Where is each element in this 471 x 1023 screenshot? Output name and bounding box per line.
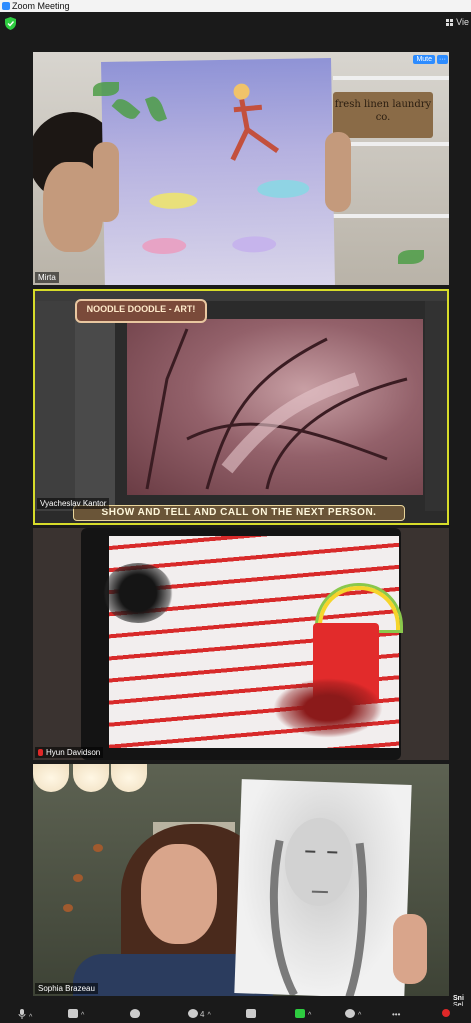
wall-sign: fresh linen laundry co.: [333, 92, 433, 138]
mute-audio-button[interactable]: ^: [18, 1009, 32, 1023]
chevron-up-icon[interactable]: ^: [29, 1012, 32, 1023]
microphone-icon: [18, 1009, 26, 1019]
butterfly-decoration: [73, 874, 83, 882]
grid-view-icon: [446, 19, 454, 26]
meeting-top-bar: Vie: [0, 12, 471, 36]
camera-icon: [68, 1009, 78, 1018]
tile-more-button[interactable]: ···: [437, 55, 448, 64]
drawing-canvas: [127, 319, 423, 495]
chat-icon: [246, 1009, 256, 1018]
video-tile-mirta[interactable]: fresh linen laundry co. Mute ··· Mirta: [33, 52, 449, 285]
security-button[interactable]: [130, 1009, 140, 1020]
layers-panel: [425, 301, 447, 511]
video-button[interactable]: ^: [68, 1009, 84, 1020]
view-label: Vie: [456, 17, 469, 27]
reaction-icon: [345, 1009, 355, 1018]
participant-name: Sophia Brazeau: [35, 983, 98, 994]
tree-artwork: [145, 328, 408, 490]
left-hand: [93, 142, 119, 222]
pencil-portrait: [269, 817, 367, 996]
video-tile-hyun-davidson[interactable]: Hyun Davidson: [33, 528, 449, 760]
ballet-drawing: [142, 83, 310, 254]
shield-icon: [130, 1009, 140, 1018]
participant-name: Hyun Davidson: [35, 747, 104, 758]
chevron-up-icon[interactable]: ^: [308, 1010, 311, 1021]
butterfly-decoration: [93, 844, 103, 852]
right-hand: [325, 132, 351, 212]
reactions-button[interactable]: ^: [345, 1009, 361, 1020]
chevron-up-icon[interactable]: ^: [207, 1010, 210, 1021]
end-icon: [442, 1009, 450, 1017]
caption-banner: SHOW AND TELL AND CALL ON THE NEXT PERSO…: [73, 505, 405, 521]
ceiling-light: [73, 764, 109, 792]
brush-panel: [35, 301, 75, 511]
ceiling-light: [33, 764, 69, 792]
participants-button[interactable]: 4 ^: [188, 1009, 211, 1020]
shelf: [333, 214, 449, 218]
window-title: Zoom Meeting: [12, 1, 70, 11]
held-drawing: [101, 58, 335, 285]
video-tile-sophia-brazeau[interactable]: Sophia Brazeau: [33, 764, 449, 996]
muted-mic-icon: [38, 749, 43, 756]
window-titlebar: Zoom Meeting: [0, 0, 471, 12]
more-dots-icon: •••: [392, 1010, 401, 1019]
participant-face: [141, 844, 217, 944]
security-shield-icon[interactable]: [5, 17, 16, 30]
participant-name: Vyacheslav Kantor: [37, 498, 110, 509]
holding-hand: [393, 914, 427, 984]
mute-button[interactable]: Mute: [413, 55, 435, 64]
chevron-up-icon[interactable]: ^: [358, 1010, 361, 1021]
leaf-sticker: [398, 250, 424, 264]
dark-red-smear: [273, 678, 383, 738]
butterfly-decoration: [63, 904, 73, 912]
share-screen-icon: [295, 1009, 305, 1018]
tool-palette: [75, 301, 115, 511]
view-button[interactable]: Vie: [446, 17, 469, 27]
shelf: [333, 76, 449, 80]
ceiling-light: [111, 764, 147, 792]
end-meeting-button[interactable]: [442, 1009, 450, 1020]
meeting-toolbar: ^ ^ 4 ^ ^ ^ •••: [0, 1006, 471, 1023]
participant-name: Mirta: [35, 272, 59, 283]
share-screen-button[interactable]: ^: [295, 1009, 311, 1020]
zoom-logo-icon: [2, 2, 10, 10]
more-button[interactable]: •••: [392, 1009, 400, 1020]
video-tile-vyacheslav-kantor[interactable]: NOODLE DOODLE - ART! SHOW AND TELL AND C…: [33, 289, 449, 525]
chat-button[interactable]: [246, 1009, 256, 1020]
black-smudge: [103, 563, 173, 623]
chevron-up-icon[interactable]: ^: [81, 1010, 84, 1021]
leaf-sticker: [93, 82, 119, 96]
title-banner: NOODLE DOODLE - ART!: [75, 299, 207, 323]
held-portrait-sketch: [234, 779, 412, 996]
participants-icon: [188, 1009, 198, 1018]
